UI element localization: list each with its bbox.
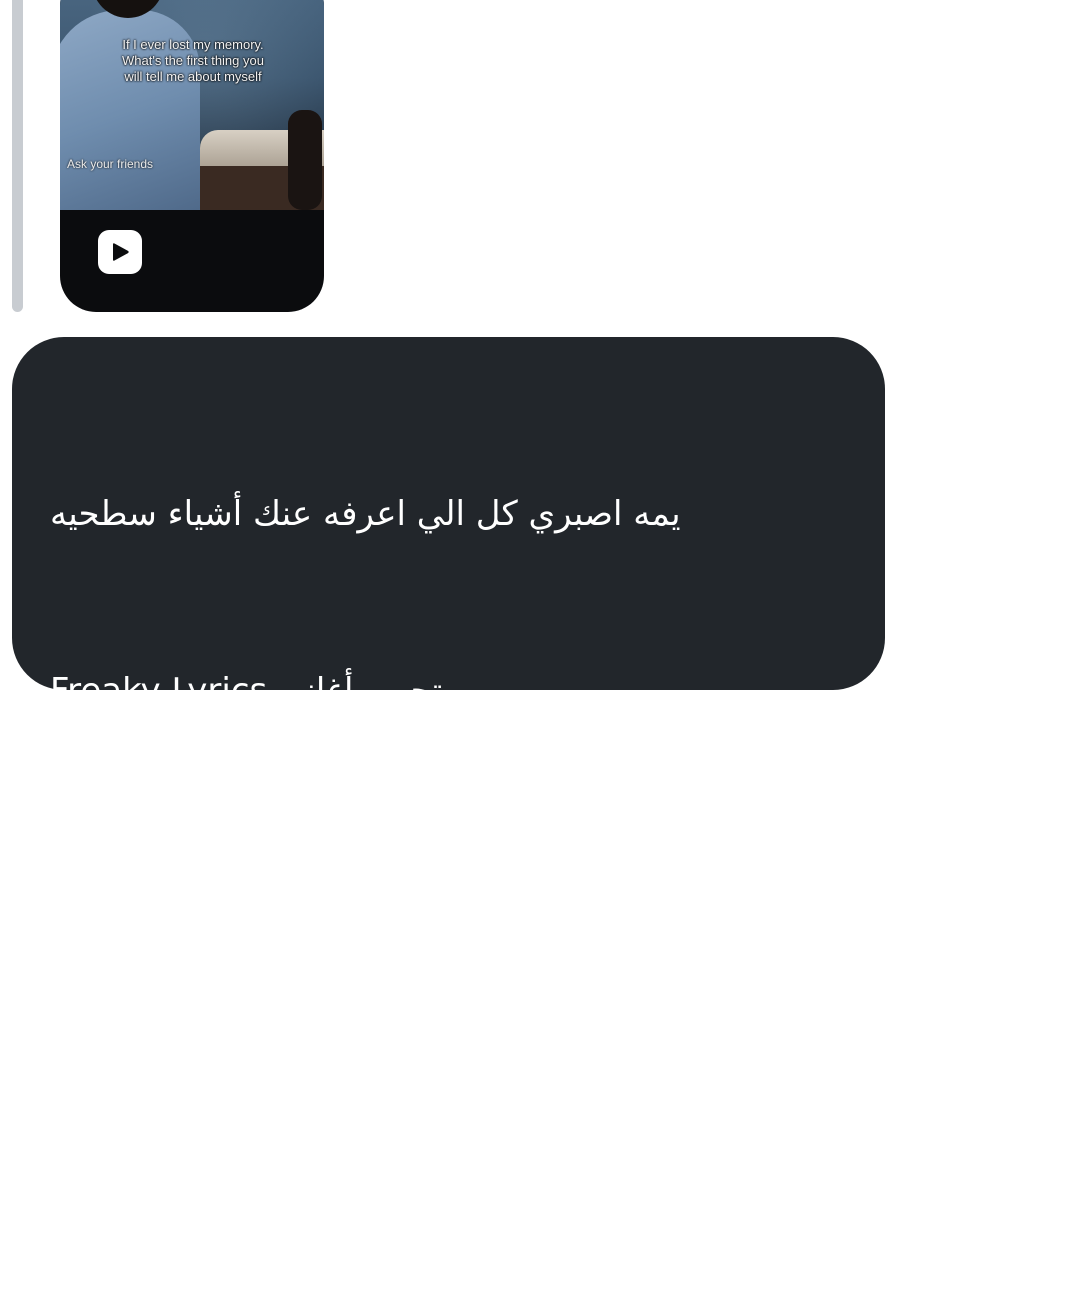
video-attachment[interactable]: If I ever lost my memory. What's the fir… <box>60 0 324 312</box>
thumbnail-arm <box>288 110 322 210</box>
video-thumbnail[interactable]: If I ever lost my memory. What's the fir… <box>60 0 324 210</box>
message-text: يمه اصبري كل الي اعرفه عنك أشياء سطحيه ت… <box>50 367 736 1311</box>
message-line: تحبين الفاشن <box>50 848 241 888</box>
message-line: تحبين أغاني Freaky Lyrics <box>50 671 443 711</box>
message-line: إذا زعلتي ولا نفسيتك مو اوك تلبسين كعب ب… <box>50 1025 737 1065</box>
reply-thread-line <box>12 0 23 312</box>
message-line: تحبين ماتشا اوكاوا <box>50 1202 307 1242</box>
message-line: يمه اصبري كل الي اعرفه عنك أشياء سطحيه <box>50 494 681 534</box>
video-credit: Ask your friends <box>67 157 154 171</box>
play-icon[interactable] <box>98 230 142 274</box>
video-caption: If I ever lost my memory. What's the fir… <box>122 37 264 84</box>
